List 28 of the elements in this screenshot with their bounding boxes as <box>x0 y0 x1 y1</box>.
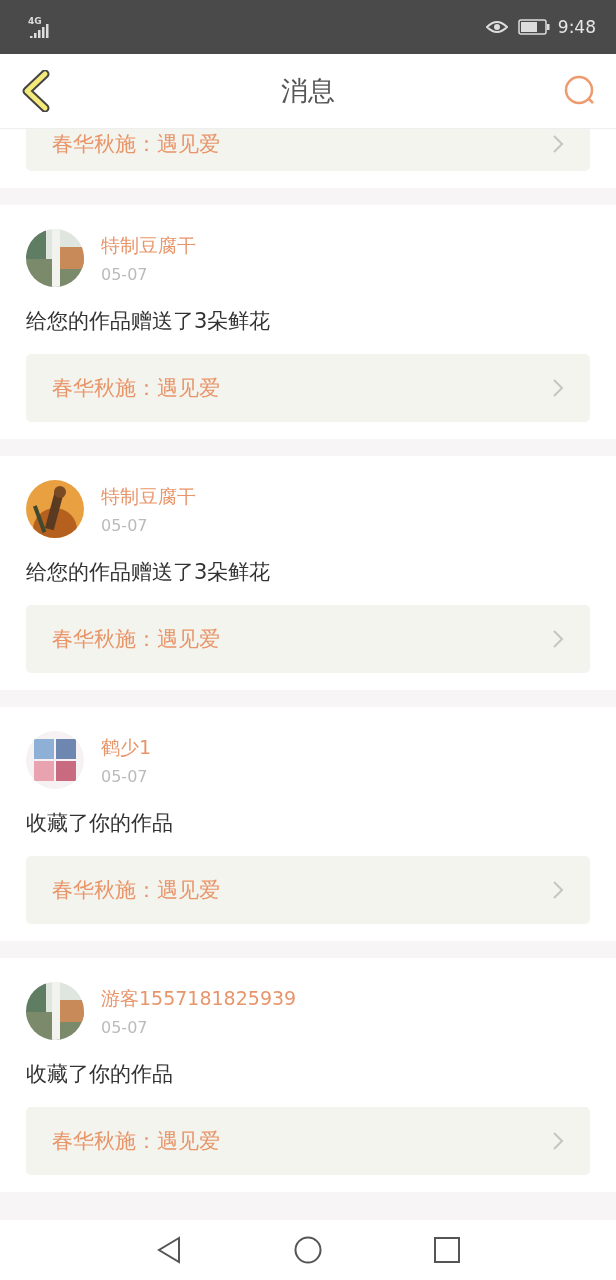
clock-time: 9:48 <box>557 17 596 37</box>
message-text: 收藏了你的作品 <box>26 810 174 837</box>
signal-icon <box>30 22 50 38</box>
page-title: 消息 <box>281 74 335 108</box>
work-link[interactable]: 春华秋施：遇见爱 <box>26 354 590 422</box>
work-link[interactable]: 春华秋施：遇见爱 <box>26 1107 590 1175</box>
message-text: 收藏了你的作品 <box>26 1061 174 1088</box>
message-date: 05-07 <box>101 515 149 535</box>
message-text: 给您的作品赠送了3朵鲜花 <box>26 308 272 335</box>
eye-icon <box>485 20 508 34</box>
chevron-right-icon <box>552 134 564 154</box>
work-link[interactable]: 春华秋施：遇见爱 <box>26 129 590 171</box>
work-link[interactable]: 春华秋施：遇见爱 <box>26 856 590 924</box>
chevron-right-icon <box>552 378 564 398</box>
message-date: 05-07 <box>101 264 149 284</box>
chevron-right-icon <box>552 880 564 900</box>
network-label: 4G <box>28 16 42 26</box>
user-name[interactable]: 特制豆腐干 <box>101 483 196 510</box>
user-name[interactable]: 鹤少1 <box>101 734 152 761</box>
message-text: 给您的作品赠送了3朵鲜花 <box>26 559 272 586</box>
message-date: 05-07 <box>101 1017 149 1037</box>
message-date: 05-07 <box>101 766 149 786</box>
chevron-right-icon <box>552 629 564 649</box>
user-name[interactable]: 游客1557181825939 <box>101 985 297 1012</box>
work-link[interactable]: 春华秋施：遇见爱 <box>26 605 590 673</box>
chevron-right-icon <box>552 1131 564 1151</box>
battery-icon <box>517 19 550 35</box>
user-name[interactable]: 特制豆腐干 <box>101 232 196 259</box>
